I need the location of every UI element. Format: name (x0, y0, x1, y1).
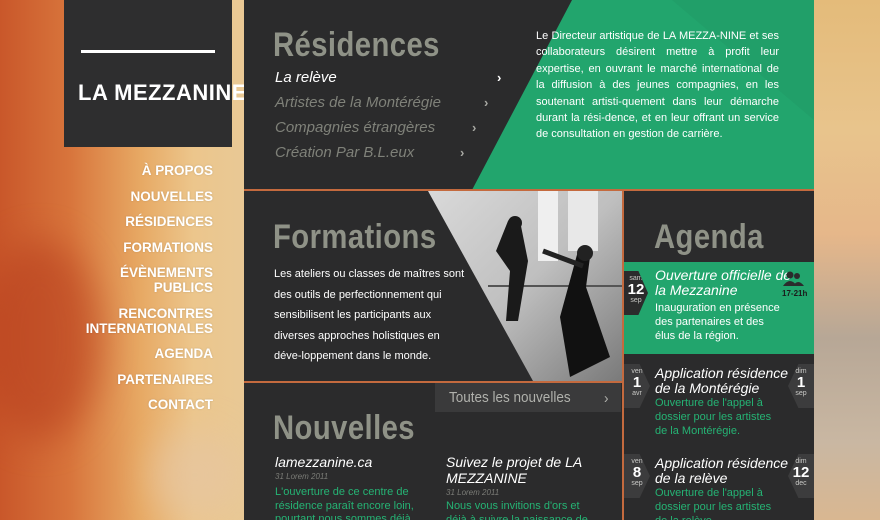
news-excerpt: Nous vous invitions d'ors et déjà à suiv… (446, 500, 588, 520)
date-number: 8 (632, 464, 642, 481)
agenda-title-line: Application résidence de la relève (655, 456, 788, 486)
nav-a-propos[interactable]: À PROPOS (70, 163, 213, 178)
nav-agenda[interactable]: AGENDA (70, 346, 213, 361)
nav-label-line2: INTERNATIONALES (85, 320, 213, 336)
nouvelles-title: Nouvelles (273, 409, 416, 447)
nav-rencontres-internationales[interactable]: RENCONTRES INTERNATIONALES (70, 306, 213, 336)
dancers-photo (428, 191, 622, 381)
all-news-link[interactable]: Toutes les nouvelles › (435, 383, 621, 412)
agenda-item[interactable]: ven 1 avr Application résidence de la Mon… (624, 362, 814, 452)
residences-description: Le Directeur artistique de LA MEZZA-NINE… (536, 30, 779, 141)
nav-evenements-publics[interactable]: ÉVÈNEMENTS PUBLICS (70, 265, 213, 295)
time-label: 17-21h (782, 289, 808, 298)
background-right (814, 0, 880, 520)
date-month: sep (631, 480, 643, 487)
content-panel: Résidences La relève › Artistes de la Mo… (244, 0, 814, 520)
agenda-title-line2: la Mezzanine (655, 282, 738, 298)
all-news-label: Toutes les nouvelles (449, 389, 571, 406)
date-badge: dim 1 sep (788, 364, 814, 408)
news-date: 31 Lorem 2011 (275, 472, 329, 481)
residences-title: Résidences (273, 26, 440, 64)
date-badge: dim 12 dec (788, 454, 814, 498)
chevron-right-icon: › (604, 390, 609, 407)
agenda-description: Ouverture de l'appel à dossier pour les … (655, 397, 772, 437)
news-title[interactable]: lamezzanine.ca (275, 454, 425, 470)
date-month: avr (632, 390, 642, 397)
chevron-right-icon: › (484, 95, 489, 110)
agenda-description: Ouverture de l'appel à dossier pour les … (655, 487, 772, 520)
logo-line (81, 50, 215, 53)
residence-link-compagnies-etrangeres[interactable]: Compagnies étrangères (275, 119, 435, 136)
users-icon (783, 271, 804, 286)
news-title[interactable]: Suivez le projet de LA MEZZANINE (446, 454, 596, 486)
news-date: 31 Lorem 2011 (446, 488, 500, 497)
date-month: sep (795, 390, 807, 397)
date-number: 1 (796, 374, 806, 391)
chevron-right-icon: › (472, 120, 477, 135)
logo-text: LA MEZZANINE (78, 80, 247, 105)
residence-link-creation[interactable]: Création Par B.L.eux (275, 144, 414, 161)
nav-partenaires[interactable]: PARTENAIRES (70, 372, 213, 387)
agenda-item[interactable]: ven 8 sep Application résidence de la rel… (624, 452, 814, 520)
date-badge: sam 12 sep (624, 271, 648, 315)
date-month: dec (795, 480, 807, 487)
date-number: 1 (632, 374, 642, 391)
date-badge: ven 1 avr (624, 364, 650, 408)
date-number: 12 (792, 464, 810, 481)
agenda-title: Agenda (654, 218, 764, 256)
nav-nouvelles[interactable]: NOUVELLES (70, 189, 213, 204)
background-blur (150, 430, 240, 520)
agenda-title-line1: Application résidence (655, 455, 789, 471)
nav-label-line1: RENCONTRES (118, 305, 213, 321)
date-month: sep (630, 297, 642, 304)
agenda-title-line: Ouverture officielle de la Mezzanine (655, 268, 791, 298)
nav-contact[interactable]: CONTACT (70, 397, 213, 412)
date-badge: ven 8 sep (624, 454, 650, 498)
chevron-right-icon: › (460, 145, 465, 160)
residence-link-monteregie[interactable]: Artistes de la Montérégie (275, 94, 441, 111)
chevron-right-icon: › (497, 70, 502, 85)
agenda-title-line1: Ouverture officielle de (655, 267, 792, 283)
agenda-title-line1: Application résidence (655, 365, 789, 381)
agenda-title-line: Application résidence de la Montérégie (655, 366, 788, 396)
logo[interactable]: LA MEZZANINE (64, 0, 247, 147)
agenda-item-highlighted[interactable]: sam 12 sep Ouverture officielle de la Mez… (624, 262, 814, 354)
nav-residences[interactable]: RÉSIDENCES (70, 214, 213, 229)
nav-formations[interactable]: FORMATIONS (70, 240, 213, 255)
formations-title: Formations (273, 218, 437, 256)
agenda-title-line2: de la relève (655, 470, 728, 486)
main-nav: À PROPOS NOUVELLES RÉSIDENCES FORMATIONS… (70, 163, 213, 423)
date-number: 12 (627, 281, 645, 298)
news-excerpt: L'ouverture de ce centre de résidence pa… (275, 486, 414, 520)
agenda-title-line2: de la Montérégie (655, 380, 760, 396)
agenda-description: Inauguration en présence des partenaires… (655, 302, 780, 342)
residence-link-la-releve[interactable]: La relève (275, 69, 337, 86)
